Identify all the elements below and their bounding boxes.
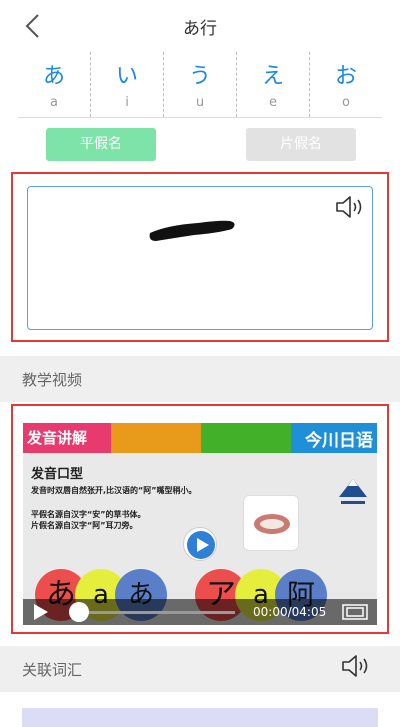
kana-glyph: い	[115, 64, 138, 89]
mountain-logo-icon	[339, 479, 367, 504]
progress-thumb[interactable]	[69, 602, 89, 622]
kana-tab-i[interactable]: い i	[90, 52, 163, 117]
kana-romaji: u	[195, 95, 205, 110]
video-controls: 00:00/04:05	[23, 599, 377, 625]
video-text-line: 发音时双唇自然张开,比汉语的“阿”嘴型稍小。	[31, 486, 197, 495]
kana-glyph: え	[261, 64, 284, 89]
speaker-icon[interactable]	[334, 195, 364, 219]
video-section-header: 教学视频	[0, 356, 400, 402]
video-time: 00:00/04:05	[253, 605, 327, 619]
progress-track[interactable]	[81, 611, 235, 614]
video-text-line: 平假名源自汉字“安”的草书体。	[31, 510, 146, 519]
video-banner-title: 发音讲解	[27, 429, 88, 447]
kana-romaji: o	[342, 95, 350, 110]
stroke-canvas[interactable]	[27, 186, 373, 330]
page-title: あ行	[183, 19, 217, 39]
kana-tab-o[interactable]: お o	[309, 52, 382, 117]
kana-romaji: a	[50, 95, 58, 110]
kana-romaji: i	[125, 95, 129, 110]
kana-tab-row: あ a い i う u え e お o	[18, 52, 382, 118]
play-icon[interactable]	[31, 603, 49, 621]
play-icon	[187, 531, 215, 559]
vocab-card[interactable]	[22, 708, 378, 727]
top-bar: あ行	[0, 0, 400, 52]
video-brand: 今川日语	[305, 431, 373, 451]
kana-glyph: お	[334, 64, 357, 89]
video-center-play-button[interactable]	[183, 527, 217, 561]
video-text-line: 片假名源自汉字“阿”耳刀旁。	[31, 521, 138, 530]
banner-segment	[201, 423, 291, 453]
katakana-button[interactable]: 片假名	[246, 128, 356, 161]
hiragana-button[interactable]: 平假名	[46, 128, 156, 161]
brush-stroke-mark	[149, 220, 235, 241]
video-subtitle: 发音口型	[31, 467, 84, 482]
kana-glyph: あ	[42, 64, 65, 89]
video-highlight-frame: 发音讲解 今川日语 发音口型 发音时双唇自然张开,比汉语的“阿”嘴型稍小。 平假…	[11, 404, 389, 634]
kana-tab-e[interactable]: え e	[236, 52, 309, 117]
vocab-section-title: 关联词汇	[22, 661, 83, 679]
speaker-icon[interactable]	[340, 654, 370, 678]
fullscreen-icon[interactable]	[341, 603, 369, 621]
kana-glyph: う	[188, 64, 211, 89]
video-player[interactable]: 发音讲解 今川日语 发音口型 发音时双唇自然张开,比汉语的“阿”嘴型稍小。 平假…	[23, 423, 377, 625]
video-section-title: 教学视频	[22, 371, 83, 389]
kana-tab-a[interactable]: あ a	[18, 52, 90, 117]
kana-tab-u[interactable]: う u	[163, 52, 236, 117]
stroke-highlight-frame	[11, 172, 389, 342]
kana-romaji: e	[269, 95, 277, 110]
banner-segment	[111, 423, 201, 453]
mouth-shape-image	[243, 495, 299, 551]
